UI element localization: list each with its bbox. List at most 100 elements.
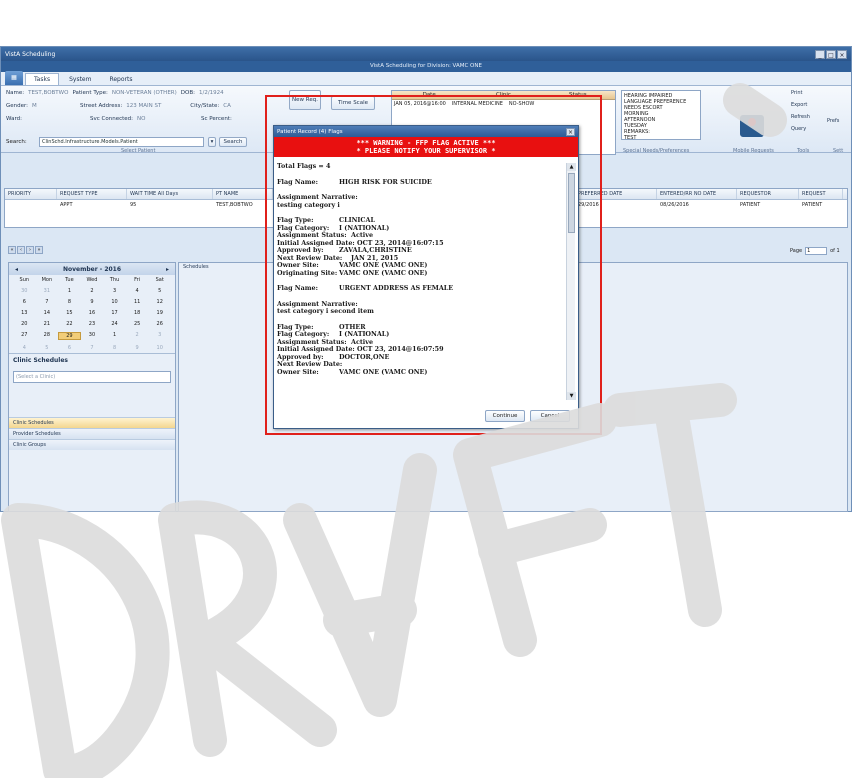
search-label: Search: — [6, 139, 27, 145]
cell-requestor: PATIENT — [740, 202, 761, 208]
maximize-button[interactable]: □ — [826, 49, 836, 59]
export-button[interactable]: Export — [791, 102, 807, 108]
calendar-day[interactable]: 8 — [58, 299, 81, 305]
calendar-day[interactable]: 25 — [126, 321, 149, 327]
calendar-day[interactable]: 21 — [36, 321, 59, 327]
patient-row-3: Ward: Svc Connected: NO Sc Percent: — [6, 116, 232, 122]
name-label: Name: — [6, 90, 25, 96]
calendar-day[interactable]: 10 — [148, 345, 171, 351]
calendar-day[interactable]: 27 — [13, 332, 36, 340]
close-button[interactable]: × — [837, 49, 847, 59]
calendar-day[interactable]: 20 — [13, 321, 36, 327]
calendar-day[interactable]: 6 — [58, 345, 81, 351]
calendar-day[interactable]: 24 — [103, 321, 126, 327]
calendar-day[interactable]: 18 — [126, 310, 149, 316]
calendar-day[interactable]: 5 — [36, 345, 59, 351]
tab-tasks[interactable]: Tasks — [25, 73, 60, 85]
calendar-header: ◂ November - 2016 ▸ — [9, 263, 175, 275]
col-requestor[interactable]: REQUESTOR — [737, 189, 799, 199]
calendar-day[interactable]: 8 — [103, 345, 126, 351]
calendar-day[interactable]: 2 — [126, 332, 149, 340]
mobile-requests-icon[interactable] — [740, 115, 764, 137]
left-panel: ◂ November - 2016 ▸ Sun Mon Tue Wed Thu Fri Sa… — [8, 262, 176, 512]
calendar-month: November - 2016 — [62, 265, 122, 273]
calendar-day[interactable]: 5 — [148, 288, 171, 294]
col-pt-name[interactable]: PT NAME — [213, 189, 273, 199]
calendar-day[interactable]: 14 — [36, 310, 59, 316]
page-total: of 1 — [830, 248, 840, 254]
last-page-icon[interactable]: » — [35, 246, 43, 254]
patient-type-label: Patient Type: — [72, 90, 108, 96]
app-menu-icon[interactable]: ▦ — [5, 71, 23, 85]
street-label: Street Address: — [80, 103, 123, 109]
dob-label: DOB: — [180, 90, 195, 96]
calendar-day[interactable]: 13 — [13, 310, 36, 316]
col-wait-time[interactable]: WAIT TIME All Days — [127, 189, 213, 199]
calendar-day[interactable]: 3 — [148, 332, 171, 340]
calendar-day[interactable]: 7 — [36, 299, 59, 305]
first-page-icon[interactable]: « — [8, 246, 16, 254]
page-input[interactable]: 1 — [805, 247, 828, 255]
calendar-day[interactable]: 22 — [58, 321, 81, 327]
nav-provider-schedules[interactable]: Provider Schedules — [9, 428, 175, 439]
title-bar: VistA Scheduling _ □ × — [1, 47, 851, 61]
col-entered-date[interactable]: ENTERED/RR NO DATE — [657, 189, 737, 199]
calendar-day[interactable]: 26 — [148, 321, 171, 327]
calendar-day[interactable]: 31 — [36, 288, 59, 294]
calendar-day[interactable]: 19 — [148, 310, 171, 316]
name-value: TEST,BOBTWO — [28, 90, 69, 96]
search-dropdown-icon[interactable]: ▾ — [208, 137, 216, 147]
tab-system[interactable]: System — [61, 74, 99, 85]
query-button[interactable]: Query — [791, 126, 806, 132]
calendar-day[interactable]: 11 — [126, 299, 149, 305]
calendar-day[interactable]: 7 — [81, 345, 104, 351]
calendar-day[interactable]: 10 — [103, 299, 126, 305]
calendar-day[interactable]: 2 — [81, 288, 104, 294]
city-value: CA — [223, 103, 231, 109]
print-button[interactable]: Print — [791, 90, 803, 96]
cell-request-type: APPT — [60, 202, 73, 208]
col-request-type[interactable]: REQUEST TYPE — [57, 189, 127, 199]
next-page-icon[interactable]: › — [26, 246, 34, 254]
patient-search-input[interactable]: ClinSchd.Infrastructure.Models.Patient — [39, 137, 204, 147]
calendar-day[interactable]: 16 — [81, 310, 104, 316]
search-button[interactable]: Search — [219, 137, 247, 147]
calendar-day[interactable]: 1 — [58, 288, 81, 294]
refresh-button[interactable]: Refresh — [791, 114, 810, 120]
calendar-day[interactable]: 9 — [126, 345, 149, 351]
calendar-day[interactable]: 15 — [58, 310, 81, 316]
calendar-day[interactable]: 23 — [81, 321, 104, 327]
clinic-select[interactable]: (Select a Clinic) — [13, 371, 171, 383]
special-needs-list: HEARING IMPAIRED LANGUAGE PREFERENCE NEE… — [621, 90, 701, 141]
col-request[interactable]: REQUEST — [799, 189, 843, 199]
minimize-button[interactable]: _ — [815, 49, 825, 59]
mobile-requests-caption: Mobile Requests — [733, 148, 774, 154]
nav-clinic-groups[interactable]: Clinic Groups — [9, 439, 175, 450]
prefs-button[interactable]: Prefs — [827, 118, 839, 124]
calendar-day[interactable]: 12 — [148, 299, 171, 305]
clinic-schedules-title: Clinic Schedules — [9, 353, 175, 367]
gender-label: Gender: — [6, 103, 29, 109]
col-priority[interactable]: PRIORITY — [5, 189, 57, 199]
cell-request: PATIENT — [802, 202, 823, 208]
weekday-header: Fri — [134, 277, 141, 283]
tab-reports[interactable]: Reports — [101, 74, 140, 85]
gender-value: M — [32, 103, 37, 109]
calendar-day[interactable]: 29 — [58, 332, 81, 340]
calendar-day[interactable]: 9 — [81, 299, 104, 305]
calendar-day[interactable]: 3 — [103, 288, 126, 294]
calendar-day[interactable]: 1 — [103, 332, 126, 340]
nav-clinic-schedules[interactable]: Clinic Schedules — [9, 417, 175, 428]
prev-month-icon[interactable]: ◂ — [15, 266, 18, 273]
calendar-day[interactable]: 4 — [126, 288, 149, 294]
calendar-day[interactable]: 30 — [81, 332, 104, 340]
prev-page-icon[interactable]: ‹ — [17, 246, 25, 254]
calendar-day[interactable]: 17 — [103, 310, 126, 316]
calendar-day[interactable]: 30 — [13, 288, 36, 294]
weekday-header: Sat — [155, 277, 164, 283]
calendar-day[interactable]: 4 — [13, 345, 36, 351]
calendar-day[interactable]: 28 — [36, 332, 59, 340]
calendar-day[interactable]: 6 — [13, 299, 36, 305]
next-month-icon[interactable]: ▸ — [166, 266, 169, 273]
weekday-header: Sun — [19, 277, 30, 283]
